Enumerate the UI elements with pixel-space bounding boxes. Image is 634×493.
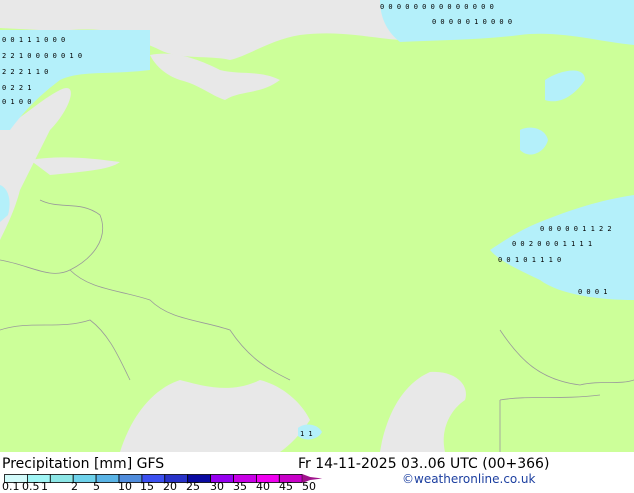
legend-tick: 20 bbox=[163, 480, 177, 493]
precip-label: 0 0 1 1 1 0 0 0 bbox=[2, 36, 65, 44]
precip-label: 0 0 2 0 0 0 1 1 1 1 bbox=[512, 240, 592, 248]
legend-tick: 50 bbox=[302, 480, 316, 493]
precip-label: 2 2 2 1 1 0 bbox=[2, 68, 48, 76]
precip-label: 1 1 bbox=[300, 430, 313, 438]
legend-tick: 0.1 bbox=[2, 480, 20, 493]
precip-label: 0 0 0 1 bbox=[578, 288, 608, 296]
precip-label: 0 1 0 0 bbox=[2, 98, 32, 106]
title: Precipitation [mm] bbox=[2, 456, 133, 472]
precip-label: 0 0 1 0 1 1 1 0 bbox=[498, 256, 561, 264]
legend-tick: 40 bbox=[256, 480, 270, 493]
precipitation-map: 0 0 1 1 1 0 0 0 2 2 1 0 0 0 0 0 1 0 2 2 … bbox=[0, 0, 634, 452]
legend-tick: 1 bbox=[41, 480, 48, 493]
legend-tick: 0.5 bbox=[22, 480, 40, 493]
legend-swatch bbox=[49, 474, 74, 483]
precip-label: 2 2 1 0 0 0 0 0 1 0 bbox=[2, 52, 82, 60]
legend-tick: 45 bbox=[279, 480, 293, 493]
legend-tick: 15 bbox=[140, 480, 154, 493]
legend-tick: 35 bbox=[233, 480, 247, 493]
legend-tick: 30 bbox=[210, 480, 224, 493]
forecast-datetime: Fr 14-11-2025 03..06 UTC (00+366) bbox=[298, 456, 550, 472]
legend-tick: 2 bbox=[71, 480, 78, 493]
precip-label: 0 0 0 0 0 1 0 0 0 0 bbox=[432, 18, 512, 26]
legend-tick: 5 bbox=[93, 480, 100, 493]
legend-tick: 25 bbox=[186, 480, 200, 493]
precip-label: 0 0 0 0 0 1 1 2 2 bbox=[540, 225, 612, 233]
precip-label: 0 0 0 0 0 0 0 0 0 0 0 0 0 0 bbox=[380, 3, 494, 11]
legend-tick: 10 bbox=[118, 480, 132, 493]
precip-label: 0 2 2 1 bbox=[2, 84, 32, 92]
model-name: GFS bbox=[136, 456, 165, 472]
credit: ©weatheronline.co.uk bbox=[402, 472, 536, 486]
map-title: Precipitation [mm] GFS bbox=[2, 456, 164, 472]
